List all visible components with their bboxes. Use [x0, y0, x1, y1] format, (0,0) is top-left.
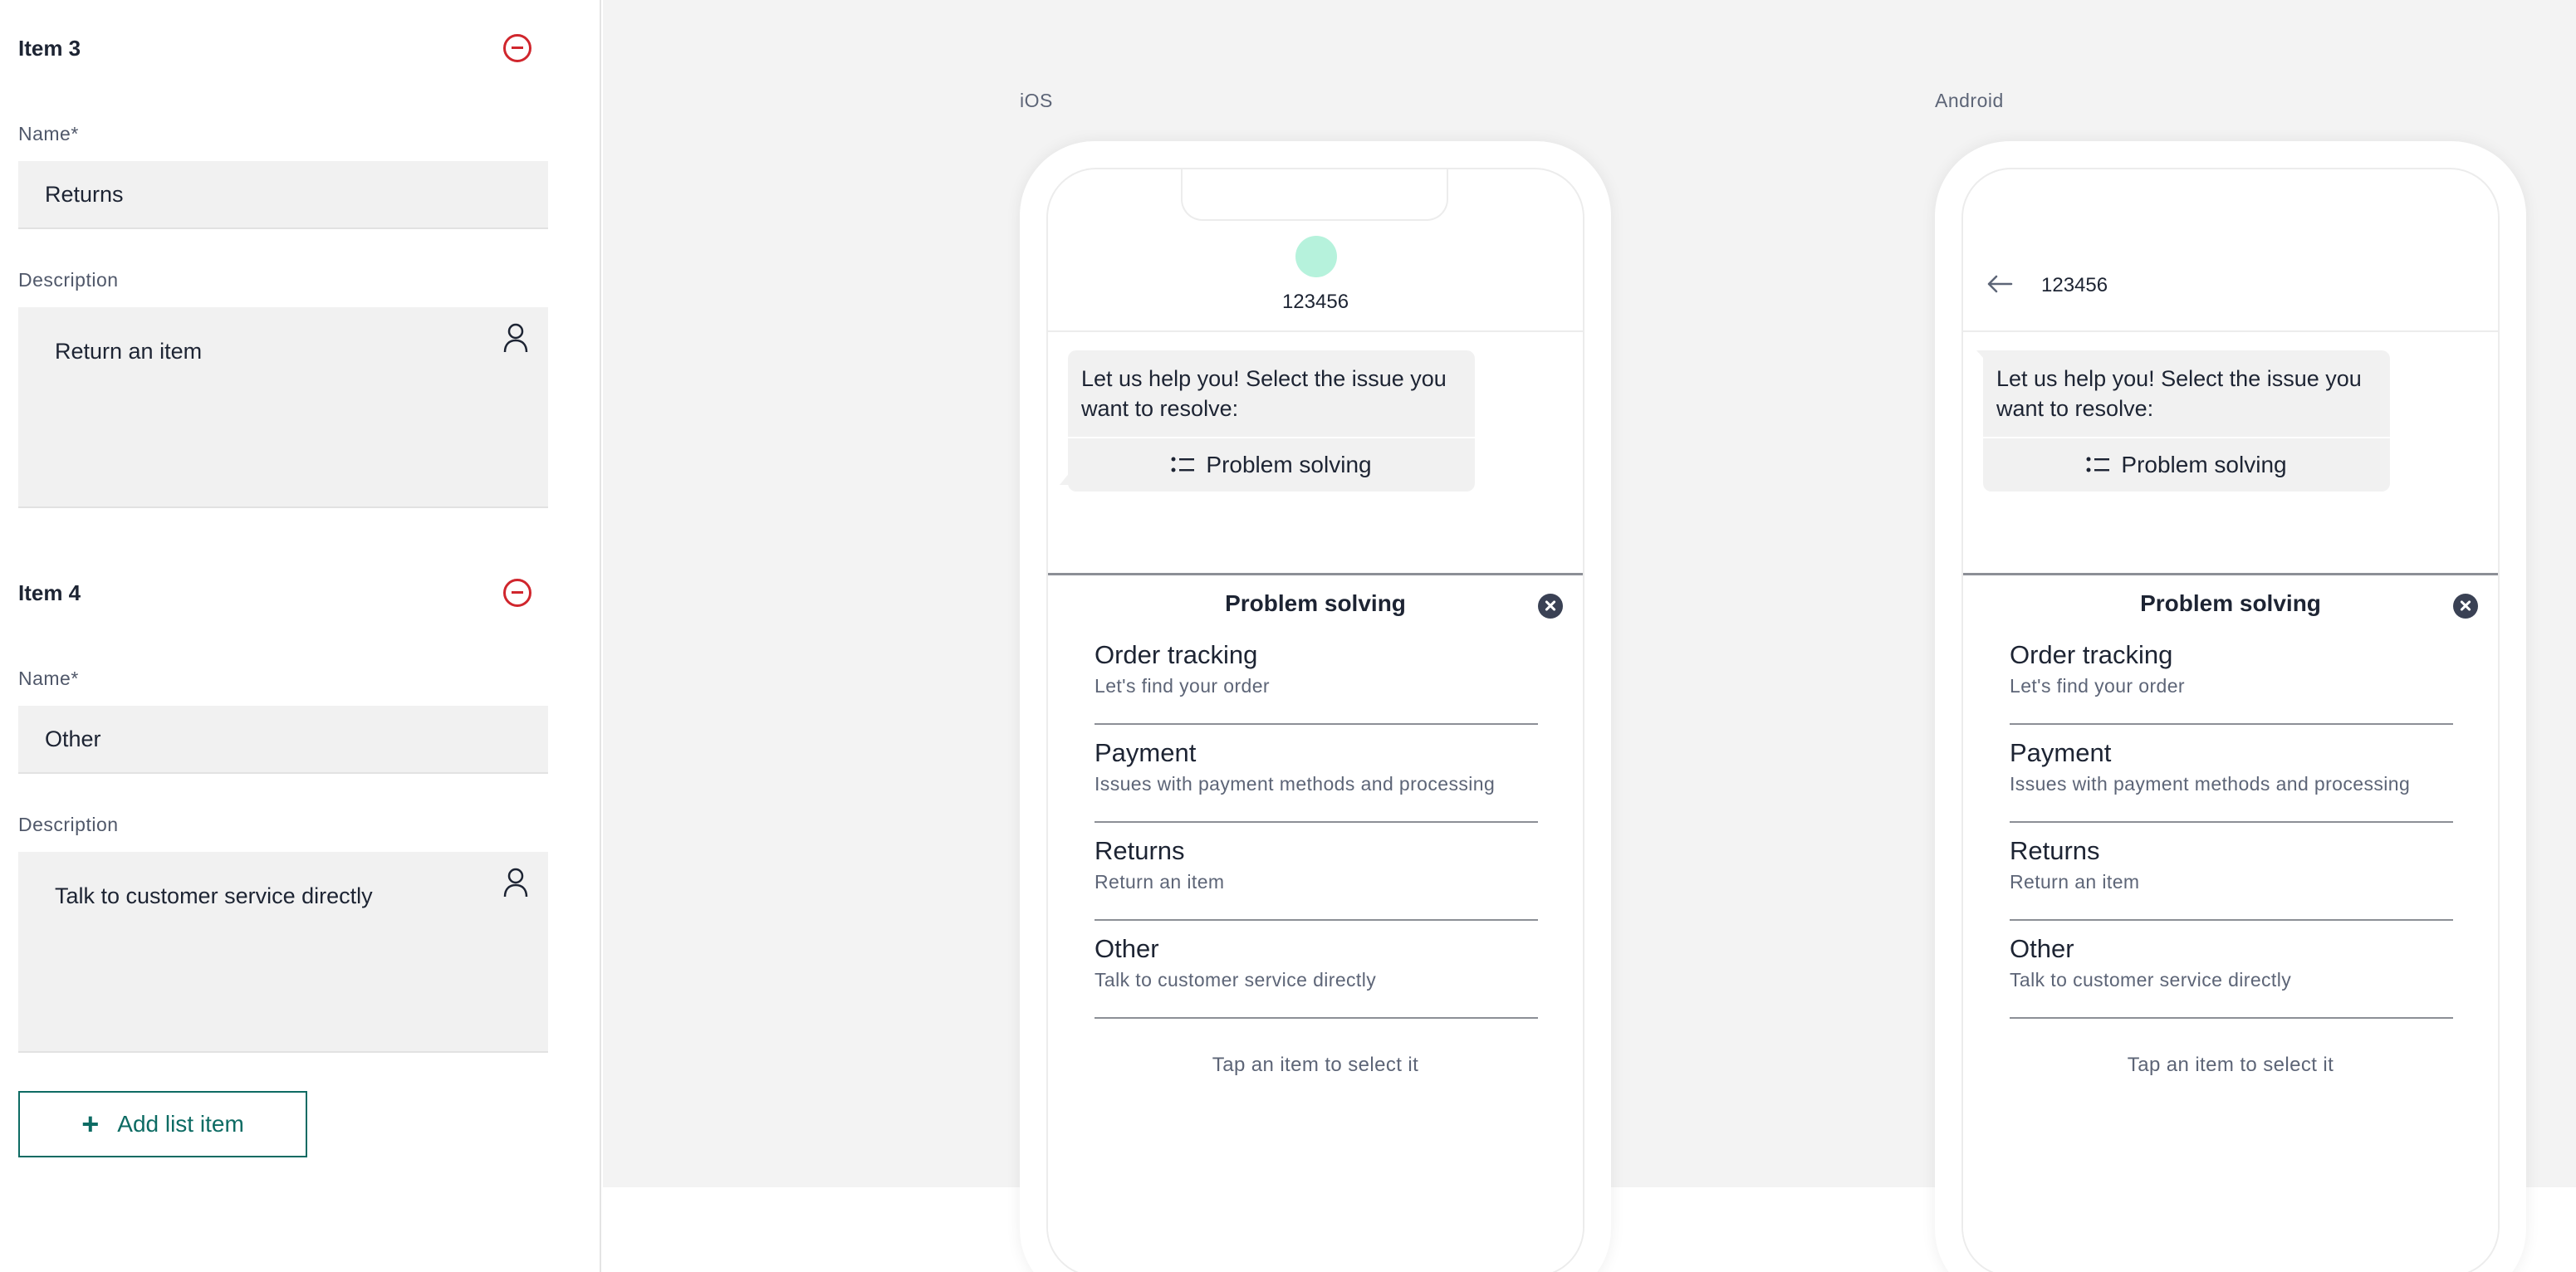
option-title: Payment — [1095, 738, 1197, 767]
description-label: Description — [18, 814, 119, 835]
ios-screen: 123456 Let us help you! Select the issue… — [1046, 168, 1584, 1272]
remove-item-icon[interactable] — [503, 579, 531, 607]
option-description: Issues with payment methods and processi… — [2010, 773, 2411, 795]
remove-item-icon[interactable] — [503, 34, 531, 62]
person-icon[interactable] — [502, 867, 530, 900]
option-title: Other — [2010, 934, 2074, 963]
close-icon[interactable] — [1538, 594, 1563, 619]
android-phone-frame: 123456 Let us help you! Select the issue… — [1935, 141, 2526, 1272]
problem-solving-button[interactable]: Problem solving — [1068, 438, 1475, 492]
description-value: Talk to customer service directly — [55, 883, 373, 908]
description-label: Description — [18, 269, 119, 291]
preview-area: iOS 123456 Let us help you! Select the i… — [603, 0, 2576, 1272]
name-label: Name* — [18, 123, 79, 144]
option-description: Talk to customer service directly — [2010, 969, 2292, 991]
message-bubble: Let us help you! Select the issue you wa… — [1068, 350, 1475, 492]
option-title: Order tracking — [2010, 640, 2173, 669]
android-screen: 123456 Let us help you! Select the issue… — [1961, 168, 2500, 1272]
option-description: Let's find your order — [1095, 675, 1270, 697]
description-value: Return an item — [55, 339, 203, 364]
option-returns[interactable]: Returns Return an item — [1095, 831, 1538, 921]
option-description: Issues with payment methods and processi… — [1095, 773, 1496, 795]
name-input[interactable] — [18, 706, 548, 774]
problem-solving-label: Problem solving — [1206, 452, 1372, 477]
item-4-header: Item 4 — [18, 576, 550, 609]
back-arrow-icon[interactable] — [1986, 274, 2013, 294]
ios-phone-frame: 123456 Let us help you! Select the issue… — [1020, 141, 1611, 1272]
option-returns[interactable]: Returns Return an item — [2010, 831, 2453, 921]
list-icon — [1171, 457, 1195, 472]
name-label: Name* — [18, 668, 79, 689]
name-input[interactable] — [18, 161, 548, 229]
message-text: Let us help you! Select the issue you wa… — [1996, 366, 2362, 421]
option-description: Let's find your order — [2010, 675, 2185, 697]
list-icon — [2086, 457, 2110, 472]
option-title: Order tracking — [1095, 640, 1258, 669]
list-picker-sheet: Problem solving Order tracking Let's fin… — [1048, 573, 1583, 1272]
option-payment[interactable]: Payment Issues with payment methods and … — [2010, 733, 2453, 823]
ios-label: iOS — [1020, 90, 1053, 111]
option-other[interactable]: Other Talk to customer service directly — [1095, 929, 1538, 1019]
option-title: Other — [1095, 934, 1159, 963]
message-bubble: Let us help you! Select the issue you wa… — [1983, 350, 2390, 492]
android-label: Android — [1935, 90, 2004, 111]
close-icon[interactable] — [2453, 594, 2478, 619]
item-title: Item 4 — [18, 580, 81, 605]
header-divider — [1048, 330, 1583, 332]
option-payment[interactable]: Payment Issues with payment methods and … — [1095, 733, 1538, 823]
option-description: Talk to customer service directly — [1095, 969, 1377, 991]
sheet-title: Problem solving — [2140, 590, 2321, 616]
avatar — [1295, 236, 1337, 277]
sheet-hint: Tap an item to select it — [2127, 1054, 2334, 1076]
option-order-tracking[interactable]: Order tracking Let's find your order — [2010, 635, 2453, 725]
problem-solving-button[interactable]: Problem solving — [1983, 438, 2390, 492]
option-other[interactable]: Other Talk to customer service directly — [2010, 929, 2453, 1019]
phone-notch — [1181, 169, 1448, 221]
problem-solving-label: Problem solving — [2121, 452, 2287, 477]
plus-icon: + — [81, 1107, 100, 1141]
list-picker-sheet: Problem solving Order tracking Let's fin… — [1963, 573, 2498, 1272]
header-divider — [1963, 330, 2498, 332]
add-list-item-label: Add list item — [117, 1111, 244, 1137]
message-text: Let us help you! Select the issue you wa… — [1081, 366, 1447, 421]
description-textarea[interactable]: Talk to customer service directly — [18, 852, 548, 1053]
contact-number: 123456 — [2041, 274, 2108, 296]
option-order-tracking[interactable]: Order tracking Let's find your order — [1095, 635, 1538, 725]
add-list-item-button[interactable]: + Add list item — [18, 1091, 307, 1157]
option-title: Returns — [1095, 836, 1185, 865]
person-icon[interactable] — [502, 322, 530, 355]
sheet-hint: Tap an item to select it — [1212, 1054, 1419, 1076]
option-title: Returns — [2010, 836, 2100, 865]
list-item-editor: Item 3 Name* Description Return an item … — [0, 0, 601, 1272]
description-textarea[interactable]: Return an item — [18, 307, 548, 508]
item-title: Item 3 — [18, 35, 81, 61]
contact-number: 123456 — [1281, 291, 1349, 313]
option-description: Return an item — [1095, 871, 1225, 893]
item-3-header: Item 3 — [18, 32, 550, 65]
option-description: Return an item — [2010, 871, 2140, 893]
sheet-title: Problem solving — [1225, 590, 1406, 616]
option-title: Payment — [2010, 738, 2112, 767]
